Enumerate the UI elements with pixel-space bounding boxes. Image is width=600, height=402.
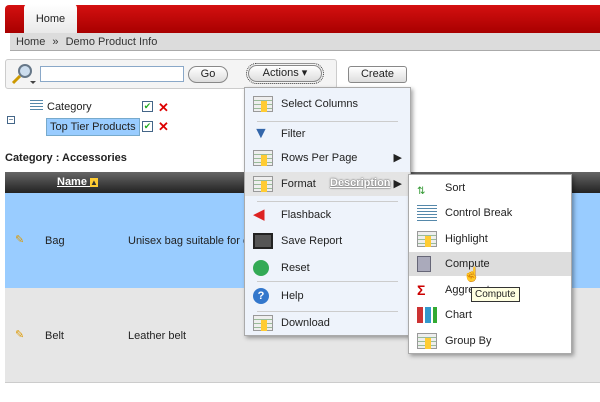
breadcrumb-current: Demo Product Info	[65, 36, 158, 48]
column-name-label: Name	[57, 176, 87, 188]
menu-rows-per-page[interactable]: Rows Per Page ▶	[245, 146, 410, 170]
create-button[interactable]: Create	[348, 66, 407, 83]
control-break-icon	[30, 100, 43, 112]
flashback-arrow-icon: ◀	[253, 206, 265, 223]
cell-name: Bag	[45, 235, 65, 247]
highlight-icon	[417, 231, 437, 247]
group-by-icon	[417, 333, 437, 349]
tooltip: Compute	[471, 287, 520, 302]
reset-icon	[253, 260, 269, 276]
menu-label: Rows Per Page	[281, 152, 358, 164]
select-columns-icon	[253, 96, 273, 112]
submenu-arrow-icon: ▶	[393, 178, 402, 190]
menu-flashback[interactable]: ◀ Flashback	[245, 203, 410, 227]
sort-asc-icon: ▲	[90, 178, 98, 187]
menu-filter[interactable]: ▼ Filter	[245, 122, 410, 146]
enable-checkbox[interactable]: ✔	[142, 101, 153, 112]
filter-top-tier-products[interactable]: Top Tier Products	[46, 118, 140, 136]
submenu-arrow-icon: ▶	[393, 152, 402, 164]
tab-home[interactable]: Home	[24, 4, 77, 34]
menu-select-columns[interactable]: Select Columns	[245, 92, 410, 116]
menu-reset[interactable]: Reset	[245, 256, 410, 280]
menu-highlight[interactable]: Highlight	[409, 227, 571, 251]
menu-label: Download	[281, 317, 330, 329]
edit-pencil-icon[interactable]: ✎	[15, 328, 24, 341]
rows-per-page-icon	[253, 150, 273, 166]
menu-label: Reset	[281, 262, 310, 274]
go-button[interactable]: Go	[188, 66, 228, 83]
menu-compute[interactable]: Compute	[409, 252, 571, 276]
funnel-icon: ▼	[253, 125, 269, 142]
top-nav-bar	[5, 5, 600, 33]
sigma-icon: Σ	[417, 282, 426, 298]
filter-category[interactable]: Category	[47, 101, 92, 113]
enable-checkbox[interactable]: ✔	[142, 121, 153, 132]
actions-button[interactable]: Actions ▾	[246, 63, 324, 84]
control-break-icon	[417, 205, 437, 221]
group-header: Category : Accessories	[5, 152, 127, 164]
remove-filter-icon[interactable]: ✕	[158, 119, 169, 135]
column-header-name[interactable]: Name ▲	[57, 176, 98, 188]
cell-description: Leather belt	[128, 330, 187, 342]
download-icon	[253, 315, 273, 331]
menu-help[interactable]: ? Help	[245, 284, 410, 308]
menu-group-by[interactable]: Group By	[409, 329, 571, 353]
menu-label: Group By	[445, 335, 492, 347]
edit-pencil-icon[interactable]: ✎	[15, 233, 24, 246]
menu-label: Select Columns	[281, 98, 359, 110]
menu-save-report[interactable]: Save Report	[245, 229, 410, 253]
column-header-description[interactable]: Description	[330, 177, 391, 189]
actions-menu: Select Columns ▼ Filter Rows Per Page ▶ Fo…	[244, 87, 411, 336]
format-submenu: ⇅Sort Control Break Highlight Compute ΣA…	[408, 174, 572, 354]
bar-chart-icon	[417, 307, 437, 323]
menu-label: Flashback	[281, 209, 332, 221]
collapse-icon[interactable]: −	[7, 116, 15, 124]
search-icon[interactable]	[10, 62, 36, 86]
menu-label: Highlight	[445, 233, 488, 245]
cell-name: Belt	[45, 330, 64, 342]
breadcrumb: Home » Demo Product Info	[10, 33, 600, 51]
help-icon: ?	[253, 288, 269, 304]
menu-label: Control Break	[445, 207, 513, 219]
menu-sort[interactable]: ⇅ Sort	[409, 176, 571, 200]
sort-icon: ⇅	[417, 186, 426, 197]
menu-label: Format	[281, 178, 316, 190]
search-input[interactable]	[40, 66, 184, 82]
menu-control-break[interactable]: Control Break	[409, 201, 571, 225]
breadcrumb-home[interactable]: Home	[16, 36, 45, 48]
menu-label: Help	[281, 290, 304, 302]
remove-filter-icon[interactable]: ✕	[158, 100, 169, 116]
hand-cursor-icon: ☝	[463, 266, 481, 282]
chevron-down-icon: ▾	[301, 67, 308, 79]
floppy-disk-icon	[253, 233, 273, 249]
menu-chart[interactable]: Chart	[409, 303, 571, 327]
menu-label: Sort	[445, 182, 466, 194]
menu-label: Chart	[445, 309, 472, 321]
format-icon	[253, 176, 273, 192]
actions-label: Actions	[262, 67, 299, 79]
menu-label: Filter	[281, 128, 306, 140]
menu-label: Save Report	[281, 235, 343, 247]
breadcrumb-separator: »	[52, 36, 59, 48]
calculator-icon	[417, 256, 431, 272]
menu-download[interactable]: Download	[245, 311, 410, 335]
